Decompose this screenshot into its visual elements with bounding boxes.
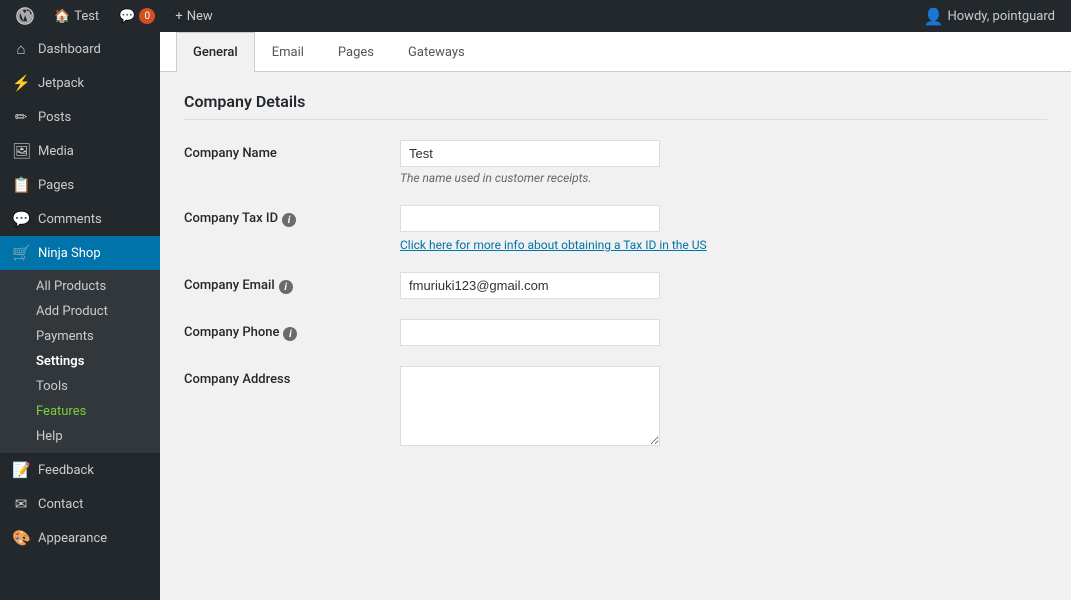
sidebar-item-tools[interactable]: Tools (0, 374, 160, 399)
comments-link[interactable]: 💬 0 (111, 0, 163, 32)
company-tax-id-label: Company Tax ID i (184, 205, 384, 227)
company-tax-id-input[interactable] (400, 205, 660, 232)
site-name: Test (74, 9, 99, 24)
sidebar-item-posts[interactable]: ✏ Posts (0, 100, 160, 134)
new-label: New (187, 9, 213, 24)
field-row-company-phone: Company Phone i (184, 319, 1047, 346)
sidebar-item-all-products[interactable]: All Products (0, 274, 160, 299)
tab-pages[interactable]: Pages (321, 32, 391, 72)
jetpack-icon: ⚡ (12, 74, 30, 92)
sidebar-item-label: Jetpack (38, 76, 84, 91)
wp-logo[interactable] (8, 0, 42, 32)
posts-icon: ✏ (12, 108, 30, 126)
company-address-field (400, 366, 1047, 450)
sidebar-item-jetpack[interactable]: ⚡ Jetpack (0, 66, 160, 100)
field-row-company-tax-id: Company Tax ID i Click here for more inf… (184, 205, 1047, 252)
sidebar-item-contact[interactable]: ✉ Contact (0, 487, 160, 521)
sidebar-item-help[interactable]: Help (0, 424, 160, 449)
appearance-icon: 🎨 (12, 529, 30, 547)
sidebar: ⌂ Dashboard ⚡ Jetpack ✏ Posts 🖼 Media 📋 … (0, 32, 160, 600)
sidebar-item-label: Dashboard (38, 42, 101, 57)
contact-icon: ✉ (12, 495, 30, 513)
comments-sidebar-icon: 💬 (12, 210, 30, 228)
email-info-icon[interactable]: i (279, 280, 293, 294)
howdy-menu[interactable]: 👤 Howdy, pointguard (916, 0, 1063, 32)
company-name-field: The name used in customer receipts. (400, 140, 1047, 185)
plus-icon: + (175, 9, 182, 24)
comments-count: 0 (139, 8, 155, 24)
tax-id-info-icon[interactable]: i (282, 213, 296, 227)
home-icon: 🏠 (54, 9, 70, 24)
sidebar-item-settings[interactable]: Settings (0, 349, 160, 374)
company-phone-label: Company Phone i (184, 319, 384, 341)
sidebar-item-appearance[interactable]: 🎨 Appearance (0, 521, 160, 555)
sidebar-item-label: Appearance (38, 531, 107, 546)
sidebar-item-pages[interactable]: 📋 Pages (0, 168, 160, 202)
company-email-label: Company Email i (184, 272, 384, 294)
tabs-bar: General Email Pages Gateways (160, 32, 1071, 72)
tab-email[interactable]: Email (255, 32, 321, 72)
admin-bar: 🏠 Test 💬 0 + New 👤 Howdy, pointguard (0, 0, 1071, 32)
company-phone-field (400, 319, 1047, 346)
new-content-button[interactable]: + New (167, 0, 220, 32)
sidebar-item-label: Ninja Shop (38, 246, 101, 261)
sidebar-item-comments[interactable]: 💬 Comments (0, 202, 160, 236)
sidebar-item-feedback[interactable]: 📝 Feedback (0, 453, 160, 487)
company-phone-input[interactable] (400, 319, 660, 346)
user-avatar-icon: 👤 (924, 7, 944, 26)
tax-id-link[interactable]: Click here for more info about obtaining… (400, 238, 1047, 252)
sidebar-item-label: Feedback (38, 463, 94, 478)
company-name-hint: The name used in customer receipts. (400, 171, 1047, 185)
section-title: Company Details (184, 92, 1047, 120)
field-row-company-address: Company Address (184, 366, 1047, 450)
field-row-company-name: Company Name The name used in customer r… (184, 140, 1047, 185)
howdy-text: Howdy, pointguard (947, 9, 1055, 24)
sidebar-item-label: Contact (38, 497, 83, 512)
form-content: Company Details Company Name The name us… (160, 72, 1071, 490)
sidebar-item-dashboard[interactable]: ⌂ Dashboard (0, 32, 160, 66)
media-icon: 🖼 (12, 142, 30, 160)
company-tax-id-field: Click here for more info about obtaining… (400, 205, 1047, 252)
sidebar-item-label: Comments (38, 212, 102, 227)
ninja-shop-icon: 🛒 (12, 244, 30, 262)
company-address-label: Company Address (184, 366, 384, 387)
sidebar-item-label: Posts (38, 110, 71, 125)
company-email-input[interactable] (400, 272, 660, 299)
company-name-input[interactable] (400, 140, 660, 167)
content-area: General Email Pages Gateways Company Det… (160, 32, 1071, 600)
site-link[interactable]: 🏠 Test (46, 0, 107, 32)
comments-icon: 💬 (119, 9, 135, 24)
phone-info-icon[interactable]: i (283, 327, 297, 341)
sidebar-item-payments[interactable]: Payments (0, 324, 160, 349)
field-row-company-email: Company Email i (184, 272, 1047, 299)
tab-gateways[interactable]: Gateways (391, 32, 482, 72)
pages-icon: 📋 (12, 176, 30, 194)
sidebar-item-features[interactable]: Features (0, 399, 160, 424)
sidebar-item-media[interactable]: 🖼 Media (0, 134, 160, 168)
company-address-input[interactable] (400, 366, 660, 446)
sidebar-item-add-product[interactable]: Add Product (0, 299, 160, 324)
company-name-label: Company Name (184, 140, 384, 161)
company-email-field (400, 272, 1047, 299)
tab-general[interactable]: General (176, 32, 255, 72)
feedback-icon: 📝 (12, 461, 30, 479)
sidebar-item-label: Media (38, 144, 74, 159)
sidebar-item-label: Pages (38, 178, 74, 193)
sidebar-item-ninja-shop[interactable]: 🛒 Ninja Shop (0, 236, 160, 270)
ninja-shop-submenu: All Products Add Product Payments Settin… (0, 270, 160, 453)
dashboard-icon: ⌂ (12, 40, 30, 58)
